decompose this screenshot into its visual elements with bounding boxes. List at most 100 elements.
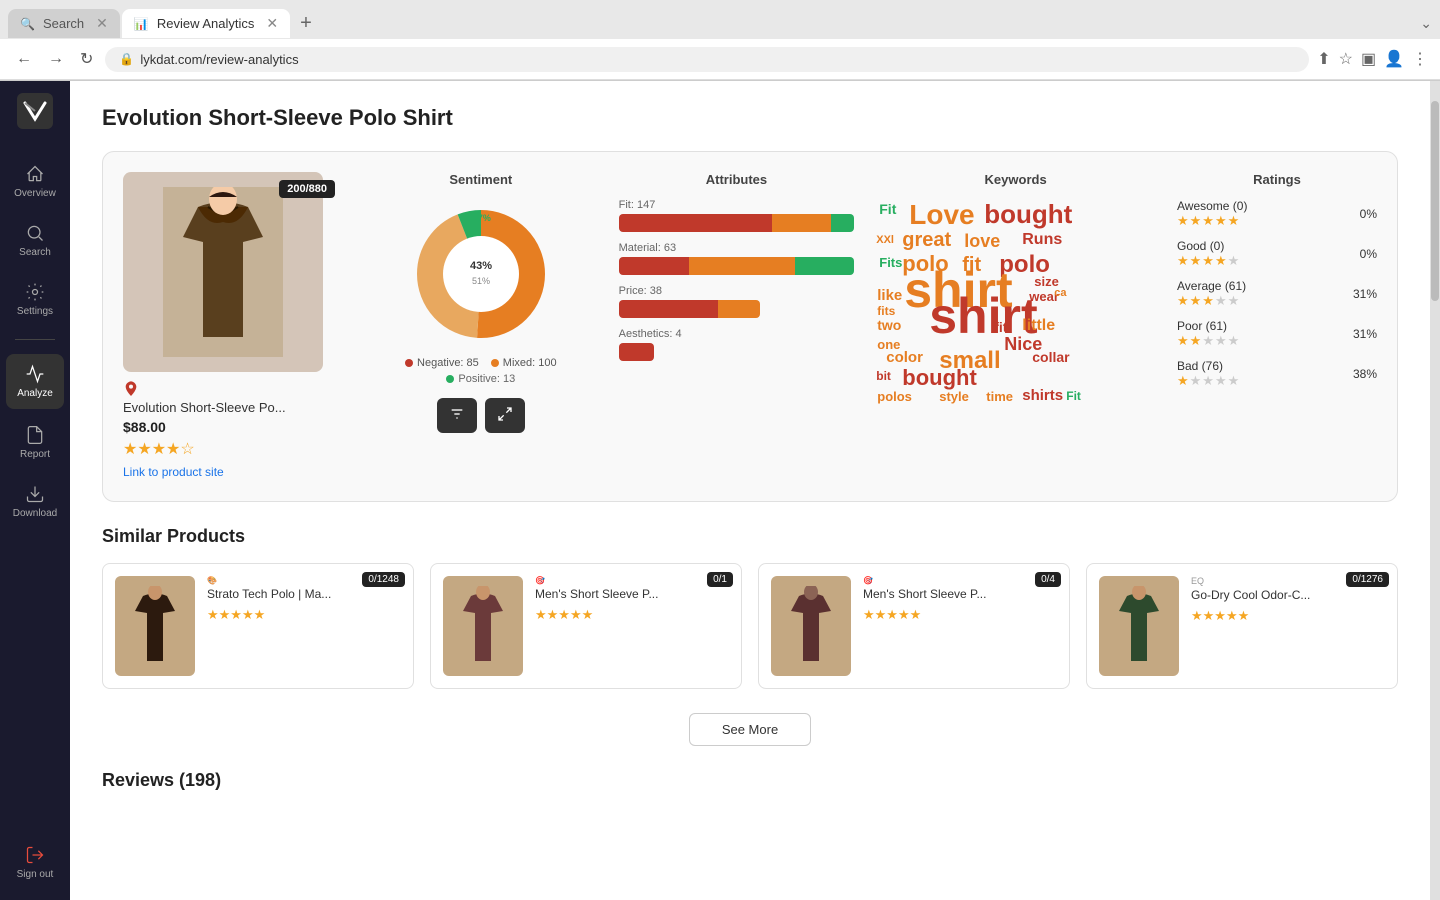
- similar-img-3: [1099, 576, 1179, 676]
- sidebar-item-overview[interactable]: Overview: [0, 154, 70, 209]
- aesthetics-bar-negative: [619, 343, 654, 361]
- similar-name-3: Go-Dry Cool Odor-C...: [1191, 588, 1385, 602]
- attribute-material: Material: 63: [619, 242, 855, 275]
- scrollbar-thumb[interactable]: [1431, 101, 1439, 301]
- share-icon[interactable]: ⬆: [1317, 49, 1330, 69]
- sidebar-item-analyze[interactable]: Analyze: [6, 354, 64, 409]
- sign-out-label: Sign out: [17, 869, 54, 880]
- awesome-stars: ★★★★★: [1177, 213, 1247, 229]
- sentiment-title: Sentiment: [363, 172, 599, 187]
- material-bar-positive: [795, 257, 854, 275]
- mixed-legend: Mixed: 100: [491, 357, 557, 369]
- sidebar-settings-label: Settings: [17, 306, 53, 317]
- similar-name-2: Men's Short Sleeve P...: [863, 587, 1057, 601]
- similar-card-3[interactable]: 0/1276 EQ Go-Dry Cool Odor-C... ★★★★★: [1086, 563, 1398, 689]
- fit-label: Fit: 147: [619, 199, 855, 211]
- analytics-tab-icon: 📊: [134, 17, 149, 31]
- search-tab-close[interactable]: ✕: [96, 15, 108, 32]
- kw-fits2: fits: [877, 304, 895, 318]
- kw-great: great: [902, 229, 951, 252]
- bookmark-icon[interactable]: ☆: [1339, 49, 1353, 69]
- aesthetics-bar: [619, 343, 654, 361]
- similar-badge-1: 0/1: [707, 572, 733, 587]
- mixed-dot: [491, 359, 499, 367]
- average-label: Average (61): [1177, 279, 1246, 293]
- product-image-container: 200/880: [123, 172, 343, 372]
- attribute-price: Price: 38: [619, 285, 855, 318]
- similar-name-0: Strato Tech Polo | Ma...: [207, 587, 401, 601]
- price-bar-mixed: [718, 300, 760, 318]
- bad-label: Bad (76): [1177, 359, 1240, 373]
- chart-icon: [25, 364, 45, 384]
- address-bar-row: ← → ↻ 🔒 lykdat.com/review-analytics ⬆ ☆ …: [0, 39, 1440, 80]
- kw-fit3: fit: [994, 319, 1007, 335]
- material-bar-mixed: [689, 257, 795, 275]
- sidebar-report-label: Report: [20, 449, 50, 460]
- positive-legend: Positive: 13: [363, 373, 599, 386]
- svg-text:43%: 43%: [470, 260, 492, 272]
- back-button[interactable]: ←: [12, 46, 36, 72]
- kw-little: little: [1022, 317, 1055, 335]
- good-label: Good (0): [1177, 239, 1240, 253]
- scrollbar[interactable]: [1430, 81, 1440, 900]
- sidebar-toggle-icon[interactable]: ▣: [1361, 49, 1376, 69]
- lock-icon: 🔒: [119, 52, 134, 66]
- kw-collar: collar: [1032, 349, 1069, 365]
- rating-good: Good (0) ★★★★★ 0%: [1177, 239, 1377, 269]
- analytics-tab-label: Review Analytics: [157, 16, 255, 31]
- sidebar-item-search[interactable]: Search: [0, 213, 70, 268]
- kw-bought1: bought: [984, 199, 1072, 230]
- sidebar-overview-label: Overview: [14, 188, 56, 199]
- tab-expand-button[interactable]: ⌄: [1420, 15, 1432, 32]
- forward-button[interactable]: →: [44, 46, 68, 72]
- similar-brand-1: 🎯: [535, 576, 729, 585]
- similar-info-3: EQ Go-Dry Cool Odor-C... ★★★★★: [1191, 576, 1385, 676]
- keywords-title: Keywords: [874, 172, 1157, 187]
- similar-stars-0: ★★★★★: [207, 607, 401, 623]
- similar-img-0: [115, 576, 195, 676]
- settings-icon: [25, 282, 45, 302]
- sidebar-analyze-label: Analyze: [17, 388, 53, 399]
- kw-runs: Runs: [1022, 231, 1062, 249]
- product-link[interactable]: Link to product site: [123, 465, 224, 479]
- kw-time: time: [986, 389, 1013, 404]
- similar-badge-3: 0/1276: [1346, 572, 1389, 587]
- kw-fit4: Fit: [1066, 389, 1081, 403]
- profile-icon[interactable]: 👤: [1384, 49, 1404, 69]
- filter-button[interactable]: [437, 398, 477, 433]
- download-icon: [25, 484, 45, 504]
- similar-card-2[interactable]: 0/4 🎯 Men's Short Sleeve P... ★★★★★: [758, 563, 1070, 689]
- rating-awesome: Awesome (0) ★★★★★ 0%: [1177, 199, 1377, 229]
- attributes-title: Attributes: [619, 172, 855, 187]
- similar-title: Similar Products: [102, 526, 1398, 547]
- similar-info-2: 🎯 Men's Short Sleeve P... ★★★★★: [863, 576, 1057, 676]
- material-bar-negative: [619, 257, 690, 275]
- kw-xxl: XXl: [876, 234, 894, 246]
- see-more-button[interactable]: See More: [689, 713, 811, 746]
- product-name: Evolution Short-Sleeve Po...: [123, 400, 343, 415]
- product-price: $88.00: [123, 419, 343, 435]
- similar-img-1: [443, 576, 523, 676]
- sidebar-item-download[interactable]: Download: [0, 474, 70, 529]
- sign-out-button[interactable]: Sign out: [9, 837, 62, 888]
- similar-card-1[interactable]: 0/1 🎯 Men's Short Sleeve P... ★★★★★: [430, 563, 742, 689]
- new-tab-button[interactable]: +: [292, 8, 320, 39]
- kw-ca: ca: [1054, 287, 1066, 299]
- similar-name-1: Men's Short Sleeve P...: [535, 587, 729, 601]
- refresh-button[interactable]: ↻: [76, 45, 97, 73]
- sidebar-item-settings[interactable]: Settings: [0, 272, 70, 327]
- similar-card-0[interactable]: 0/1248 🎨 Strato Tech Polo | Ma... ★★★★★: [102, 563, 414, 689]
- expand-button[interactable]: [485, 398, 525, 433]
- similar-grid: 0/1248 🎨 Strato Tech Polo | Ma... ★★★★★: [102, 563, 1398, 689]
- sign-out-icon: [25, 845, 45, 865]
- poor-stars: ★★★★★: [1177, 333, 1240, 349]
- menu-icon[interactable]: ⋮: [1412, 49, 1428, 69]
- analytics-tab-close[interactable]: ✕: [266, 15, 278, 32]
- kw-shirts: shirts: [1022, 387, 1063, 404]
- good-stars: ★★★★★: [1177, 253, 1240, 269]
- sidebar-item-report[interactable]: Report: [0, 415, 70, 470]
- address-bar[interactable]: 🔒 lykdat.com/review-analytics: [105, 47, 1309, 72]
- tab-analytics[interactable]: 📊 Review Analytics ✕: [122, 9, 290, 38]
- similar-info-1: 🎯 Men's Short Sleeve P... ★★★★★: [535, 576, 729, 676]
- tab-search[interactable]: 🔍 Search ✕: [8, 9, 120, 38]
